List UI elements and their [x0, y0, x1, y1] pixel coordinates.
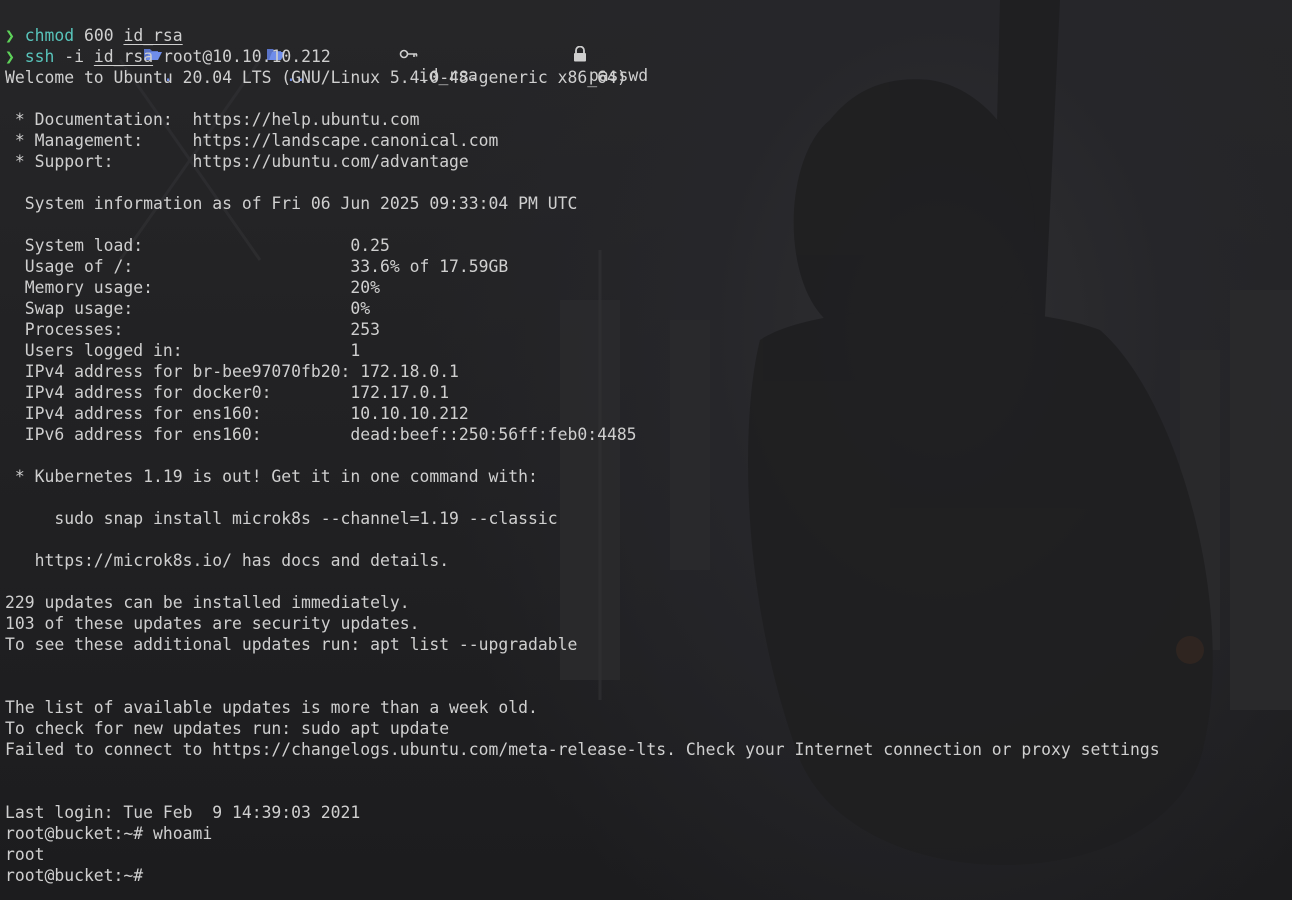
command-arg: root@10.10.10.212 — [162, 47, 331, 66]
terminal-output: . .. id_rsa passwd ❯ chmod 600 id_rsa ❯ … — [5, 4, 1292, 886]
command-name: chmod — [24, 26, 75, 45]
sysinfo-line: Processes: 253 — [5, 320, 380, 339]
ls-listing: . .. id_rsa passwd — [5, 4, 1292, 85]
sysinfo-line: IPv4 address for docker0: 172.17.0.1 — [5, 383, 450, 402]
sysinfo-line: IPv4 address for br-bee97070fb20: 172.18… — [5, 362, 459, 381]
motd-link-line: * Support: https://ubuntu.com/advantage — [5, 152, 469, 171]
prompt-arrow-icon: ❯ — [5, 47, 15, 66]
stale-updates-line: Failed to connect to https://changelogs.… — [5, 740, 1160, 759]
motd-link-line: * Documentation: https://help.ubuntu.com — [5, 110, 420, 129]
k8s-notice: * Kubernetes 1.19 is out! Get it in one … — [5, 467, 538, 486]
command-arg: -i — [64, 47, 84, 66]
sysinfo-line: Memory usage: 20% — [5, 278, 380, 297]
command-arg: 600 — [83, 26, 114, 45]
terminal-window[interactable]: . .. id_rsa passwd ❯ chmod 600 id_rsa ❯ … — [0, 0, 1292, 900]
prompt-arrow-icon: ❯ — [5, 26, 15, 45]
updates-line: 229 updates can be installed immediately… — [5, 593, 410, 612]
command-line: ❯ ssh -i id_rsa root@10.10.10.212 — [5, 46, 1292, 67]
last-login-line: Last login: Tue Feb 9 14:39:03 2021 — [5, 803, 361, 822]
shell-output-line: root — [5, 845, 45, 864]
k8s-command: sudo snap install microk8s --channel=1.1… — [5, 509, 558, 528]
motd-link-line: * Management: https://landscape.canonica… — [5, 131, 499, 150]
sysinfo-line: System load: 0.25 — [5, 236, 390, 255]
command-arg-path[interactable]: id_rsa — [123, 26, 182, 45]
sysinfo-line: Users logged in: 1 — [5, 341, 361, 360]
updates-line: 103 of these updates are security update… — [5, 614, 420, 633]
sysinfo-line: Swap usage: 0% — [5, 299, 371, 318]
sysinfo-line: Usage of /: 33.6% of 17.59GB — [5, 257, 509, 276]
k8s-docs: https://microk8s.io/ has docs and detail… — [5, 551, 450, 570]
stale-updates-line: To check for new updates run: sudo apt u… — [5, 719, 450, 738]
sysinfo-line: IPv4 address for ens160: 10.10.10.212 — [5, 404, 469, 423]
shell-prompt-line: root@bucket:~# whoami — [5, 824, 213, 843]
updates-line: To see these additional updates run: apt… — [5, 635, 578, 654]
stale-updates-line: The list of available updates is more th… — [5, 698, 538, 717]
command-arg-path[interactable]: id_rsa — [94, 47, 153, 66]
shell-input-line[interactable]: root@bucket:~# — [5, 865, 1292, 886]
sysinfo-line: IPv6 address for ens160: dead:beef::250:… — [5, 425, 637, 444]
welcome-line: Welcome to Ubuntu 20.04 LTS (GNU/Linux 5… — [5, 68, 627, 87]
command-name: ssh — [24, 47, 55, 66]
sysinfo-header: System information as of Fri 06 Jun 2025… — [5, 194, 578, 213]
